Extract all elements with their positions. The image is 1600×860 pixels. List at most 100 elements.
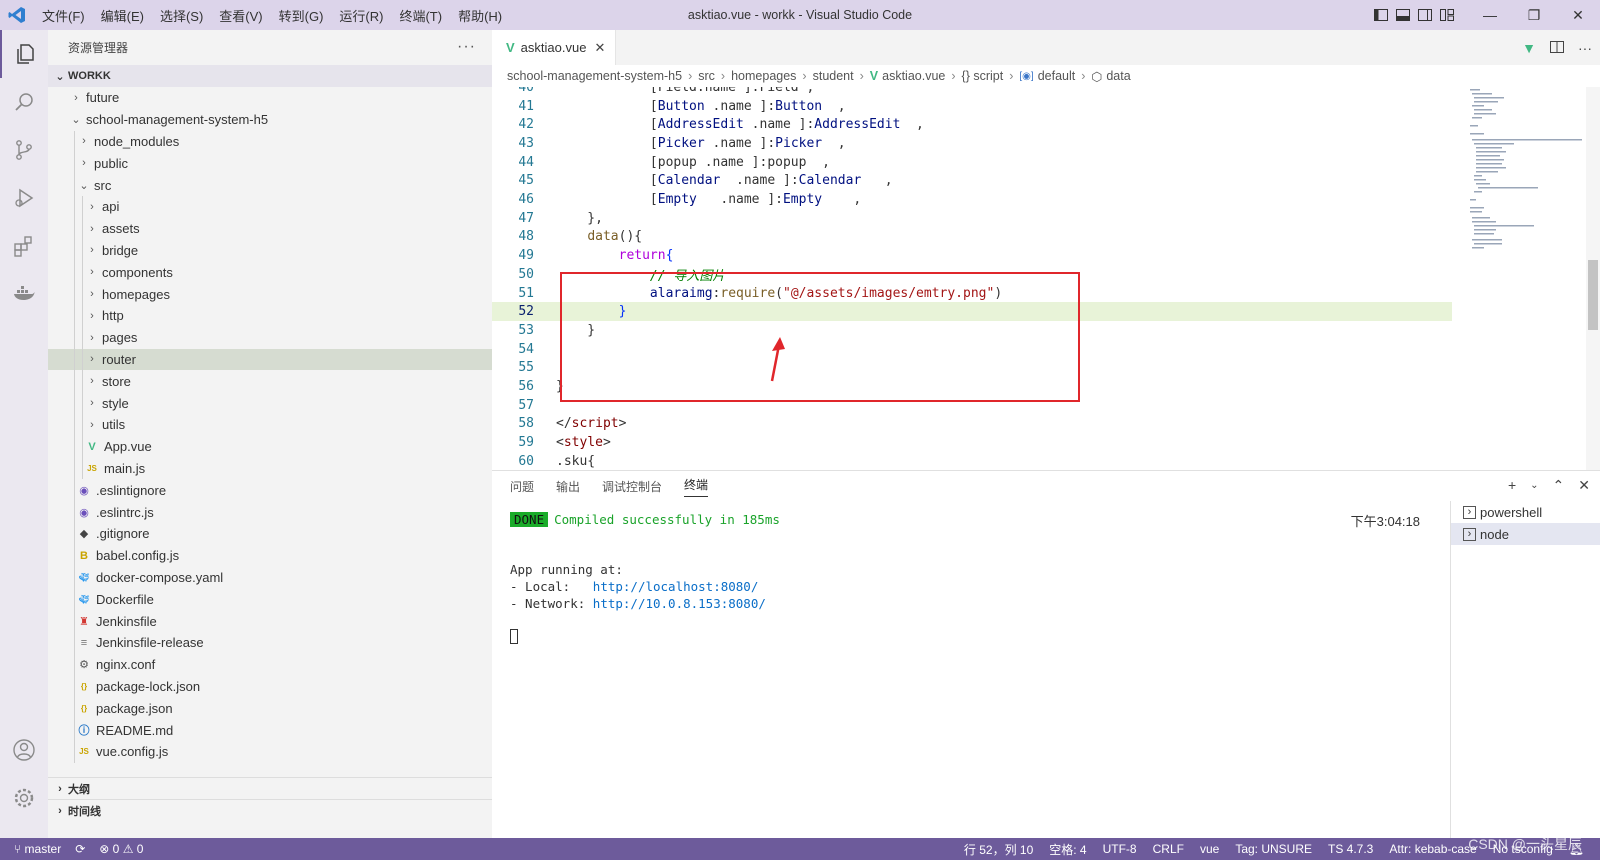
- close-panel-icon[interactable]: ✕: [1578, 477, 1590, 494]
- sync-icon[interactable]: ⟳: [75, 842, 85, 856]
- close-window-button[interactable]: ✕: [1556, 0, 1600, 30]
- panel-tab[interactable]: 终端: [684, 476, 709, 497]
- breadcrumb-item[interactable]: src: [698, 69, 715, 83]
- breadcrumb-item[interactable]: student: [813, 69, 854, 83]
- vertical-scrollbar[interactable]: [1586, 87, 1600, 470]
- panel-tab[interactable]: 输出: [556, 478, 580, 495]
- tree-item-assets[interactable]: › assets: [48, 217, 492, 240]
- customize-layout-icon[interactable]: [1436, 0, 1458, 30]
- code-editor[interactable]: 60 .sku{59 <style> 58 </script> 57 56} 55 54 53 }…: [492, 87, 1600, 470]
- tree-item-components[interactable]: › components: [48, 261, 492, 284]
- menu-item[interactable]: 查看(V): [211, 6, 270, 25]
- tree-item-homepages[interactable]: › homepages: [48, 283, 492, 305]
- encoding-status[interactable]: UTF-8: [1103, 842, 1137, 856]
- menu-item[interactable]: 转到(G): [271, 6, 332, 25]
- menu-item[interactable]: 帮助(H): [450, 6, 510, 25]
- tree-item-eslintignore[interactable]: ◉ .eslintignore: [48, 479, 492, 502]
- explorer-icon[interactable]: [0, 30, 48, 78]
- tree-item-package-json[interactable]: {} package.json: [48, 697, 492, 720]
- tree-item-app-vue[interactable]: V App.vue: [48, 435, 492, 458]
- local-url-link[interactable]: http://localhost:8080/: [593, 579, 759, 594]
- tree-item-docker-compose-yaml[interactable]: 🐳︎ docker-compose.yaml: [48, 566, 492, 589]
- indentation-status[interactable]: 空格: 4: [1049, 841, 1086, 858]
- menu-item[interactable]: 文件(F): [34, 6, 93, 25]
- split-editor-icon[interactable]: [1550, 40, 1564, 56]
- tree-item-jenkinsfile[interactable]: ♜ Jenkinsfile: [48, 610, 492, 632]
- breadcrumb-item[interactable]: {} script: [962, 69, 1004, 83]
- tree-item-dockerfile[interactable]: 🐳︎ Dockerfile: [48, 588, 492, 611]
- docker-icon[interactable]: [0, 270, 48, 318]
- chevron-down-icon[interactable]: ⌄: [1530, 477, 1538, 494]
- outline-section[interactable]: › 大纲: [48, 777, 492, 799]
- tree-item-public[interactable]: › public: [48, 152, 492, 175]
- tree-item-readme-md[interactable]: ⓘ README.md: [48, 719, 492, 741]
- terminal-output[interactable]: DONE Compiled successfully in 185ms App …: [510, 511, 1450, 645]
- menu-item[interactable]: 选择(S): [152, 6, 211, 25]
- timeline-section[interactable]: › 时间线: [48, 799, 492, 821]
- network-url-link[interactable]: http://10.0.8.153:8080/: [593, 596, 766, 611]
- tree-item-nginx-conf[interactable]: ⚙ nginx.conf: [48, 653, 492, 676]
- tree-item-vue-config-js[interactable]: JS vue.config.js: [48, 740, 492, 763]
- typescript-version-status[interactable]: TS 4.7.3: [1328, 842, 1373, 856]
- panel-tab[interactable]: 调试控制台: [602, 478, 662, 495]
- breadcrumb-item[interactable]: default: [1038, 69, 1076, 83]
- restore-button[interactable]: ❐: [1512, 0, 1556, 30]
- minimize-button[interactable]: —: [1468, 0, 1512, 30]
- breadcrumb-item[interactable]: school-management-system-h5: [507, 69, 682, 83]
- tree-item-style[interactable]: › style: [48, 392, 492, 414]
- toggle-panel-icon[interactable]: [1392, 0, 1414, 30]
- menu-item[interactable]: 运行(R): [331, 6, 391, 25]
- minimap[interactable]: [1468, 87, 1588, 470]
- eol-status[interactable]: CRLF: [1153, 842, 1184, 856]
- tree-item-package-lock-json[interactable]: {} package-lock.json: [48, 675, 492, 698]
- tree-item-router[interactable]: › router: [48, 348, 492, 371]
- panel-tab[interactable]: 问题: [510, 478, 534, 495]
- vue-preview-icon[interactable]: ▼: [1522, 40, 1536, 56]
- extensions-icon[interactable]: [0, 222, 48, 270]
- more-actions-icon[interactable]: ···: [457, 38, 476, 56]
- breadcrumb-item[interactable]: homepages: [731, 69, 796, 83]
- run-debug-icon[interactable]: [0, 174, 48, 222]
- tree-item-utils[interactable]: › utils: [48, 413, 492, 436]
- menu-item[interactable]: 编辑(E): [93, 6, 152, 25]
- source-control-icon[interactable]: [0, 126, 48, 174]
- branch-status[interactable]: ⑂ master: [14, 842, 61, 856]
- tree-item-bridge[interactable]: › bridge: [48, 239, 492, 262]
- tree-item-store[interactable]: › store: [48, 370, 492, 393]
- tree-item-http[interactable]: › http: [48, 304, 492, 327]
- tree-item-api[interactable]: › api: [48, 195, 492, 218]
- language-status[interactable]: vue: [1200, 842, 1219, 856]
- tree-item-src[interactable]: ⌄ src: [48, 174, 492, 196]
- problems-status[interactable]: ⊗ 0 ⚠ 0: [99, 842, 143, 856]
- notifications-bell-icon[interactable]: 🔔︎: [1569, 842, 1584, 856]
- tree-item-main-js[interactable]: JS main.js: [48, 457, 492, 480]
- workspace-section-header[interactable]: ⌄ WORKK: [48, 65, 492, 87]
- tree-item-future[interactable]: › future: [48, 87, 492, 109]
- tree-item-pages[interactable]: › pages: [48, 326, 492, 349]
- tree-item-school-management-system-h5[interactable]: ⌄ school-management-system-h5: [48, 109, 492, 131]
- new-terminal-icon[interactable]: +: [1508, 477, 1516, 494]
- tree-item-eslintrc-js[interactable]: ◉ .eslintrc.js: [48, 501, 492, 523]
- menu-item[interactable]: 终端(T): [391, 6, 450, 25]
- account-icon[interactable]: [0, 726, 48, 774]
- more-actions-icon[interactable]: ···: [1578, 40, 1592, 56]
- scrollbar-thumb[interactable]: [1588, 260, 1598, 330]
- toggle-secondary-sidebar-icon[interactable]: [1414, 0, 1436, 30]
- tree-item-node-modules[interactable]: › node_modules: [48, 130, 492, 153]
- tag-status[interactable]: Tag: UNSURE: [1235, 842, 1312, 856]
- settings-gear-icon[interactable]: [0, 774, 48, 822]
- tsconfig-status[interactable]: No tsconfig: [1493, 842, 1553, 856]
- cursor-position[interactable]: 行 52，列 10: [964, 841, 1033, 858]
- tab-asktiao-vue[interactable]: V asktiao.vue ✕: [492, 30, 617, 65]
- breadcrumb-item[interactable]: asktiao.vue: [882, 69, 945, 83]
- tree-item-babel-config-js[interactable]: Bbabel.config.js: [48, 544, 492, 567]
- close-tab-icon[interactable]: ✕: [594, 40, 605, 56]
- breadcrumb-item[interactable]: data: [1106, 69, 1130, 83]
- maximize-panel-icon[interactable]: ⌃: [1553, 477, 1565, 494]
- search-icon[interactable]: [0, 78, 48, 126]
- attr-status[interactable]: Attr: kebab-case: [1389, 842, 1476, 856]
- terminal-item-powershell[interactable]: › powershell: [1451, 501, 1600, 523]
- terminal-item-node[interactable]: › node: [1451, 523, 1600, 545]
- toggle-sidebar-icon[interactable]: [1370, 0, 1392, 30]
- tree-item-jenkinsfile-release[interactable]: ≡ Jenkinsfile-release: [48, 631, 492, 654]
